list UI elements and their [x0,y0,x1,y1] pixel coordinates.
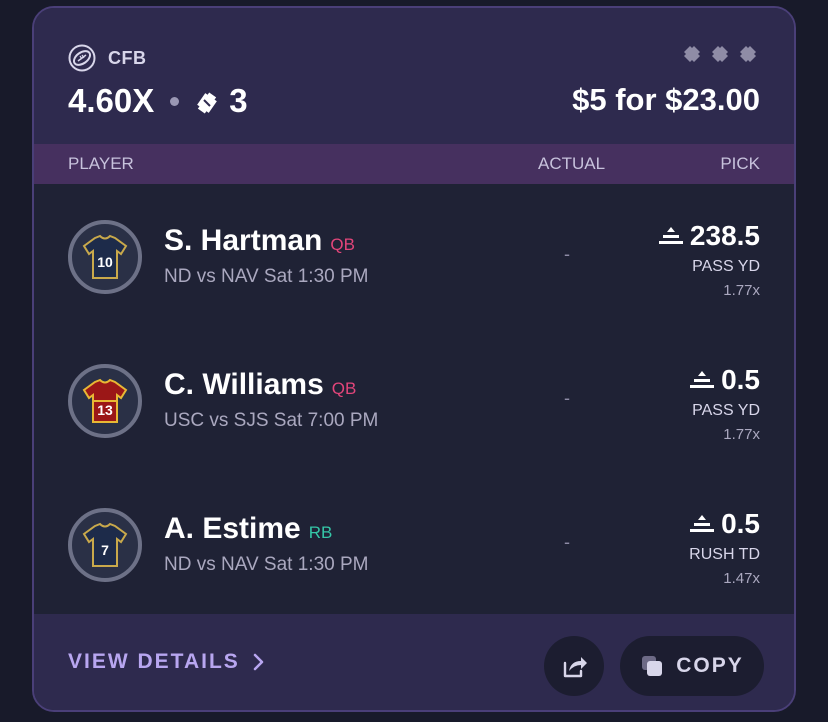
view-details-link[interactable]: VIEW DETAILS [68,650,266,674]
pick-multiplier: 1.77x [723,282,760,299]
line-icon [690,371,715,388]
pick-multiplier: 1.47x [723,570,760,587]
actual-value: - [564,388,570,408]
player-name-row: A. Estime RB [164,512,332,546]
player-row[interactable]: 7 A. Estime RB ND vs NAV Sat 1:30 PM - 0… [34,472,794,616]
line-icon [690,515,715,532]
pick-multiplier: 1.77x [723,426,760,443]
entry-card: CFB 4.60X 3 $5 for $23.00 PLAYER ACTUAL … [32,6,796,712]
svg-text:7: 7 [101,542,109,558]
avatar: 7 [68,508,142,582]
pick: 0.5 PASS YD 1.77x [689,364,760,443]
tickets-icon [678,42,760,68]
avatar: 10 [68,220,142,294]
share-icon [563,657,587,678]
payout: $5 for $23.00 [572,82,760,117]
league-row: CFB [68,44,147,72]
game-info: ND vs NAV Sat 1:30 PM [164,554,369,575]
player-name: S. Hartman [164,224,323,257]
multiplier-row: 4.60X 3 [68,82,248,120]
ticket-count: 3 [229,82,248,119]
league-label: CFB [108,47,147,68]
player-name: A. Estime [164,512,301,545]
avatar: 13 [68,364,142,438]
column-header: PLAYER ACTUAL PICK [34,144,794,184]
copy-label: COPY [676,654,744,677]
view-details-label: VIEW DETAILS [68,650,240,673]
player-name-row: C. Williams QB [164,368,356,402]
multiplier: 4.60X [68,82,155,119]
chevron-right-icon [253,653,264,671]
pick: 238.5 PASS YD 1.77x [658,220,760,299]
svg-text:13: 13 [97,402,113,418]
player-position: QB [331,379,357,398]
player-position: RB [308,523,333,542]
pick-line-value: 0.5 [721,508,760,539]
column-pick: PICK [720,154,760,173]
player-row[interactable]: 10 S. Hartman QB ND vs NAV Sat 1:30 PM -… [34,184,794,328]
pick-stat: RUSH TD [689,546,760,563]
player-name-row: S. Hartman QB [164,224,355,258]
svg-text:10: 10 [97,254,113,270]
card-footer: VIEW DETAILS COPY [34,614,794,710]
jersey-icon: 10 [82,234,128,279]
jersey-icon: 13 [82,378,128,423]
actual-value: - [564,532,570,552]
pick-line-value: 0.5 [721,364,760,395]
line-icon [658,227,683,244]
pick-stat: PASS YD [692,402,760,419]
football-icon [68,44,96,72]
player-list: 10 S. Hartman QB ND vs NAV Sat 1:30 PM -… [34,184,794,616]
ticket-icon [197,92,218,114]
pick: 0.5 RUSH TD 1.47x [689,508,760,587]
card-header: CFB 4.60X 3 $5 for $23.00 [34,8,794,144]
copy-icon [642,656,663,676]
player-name: C. Williams [164,368,324,401]
player-position: QB [330,235,355,254]
jersey-icon: 7 [82,522,128,567]
pick-stat: PASS YD [692,258,760,275]
separator-dot [170,96,180,106]
pick-line-value: 238.5 [689,220,760,251]
player-row[interactable]: 13 C. Williams QB USC vs SJS Sat 7:00 PM… [34,328,794,472]
game-info: USC vs SJS Sat 7:00 PM [164,410,379,431]
actual-value: - [564,244,570,264]
copy-button[interactable]: COPY [620,636,764,696]
column-player: PLAYER [68,154,134,173]
game-info: ND vs NAV Sat 1:30 PM [164,266,369,287]
column-actual: ACTUAL [538,154,606,173]
share-button[interactable] [544,636,604,696]
